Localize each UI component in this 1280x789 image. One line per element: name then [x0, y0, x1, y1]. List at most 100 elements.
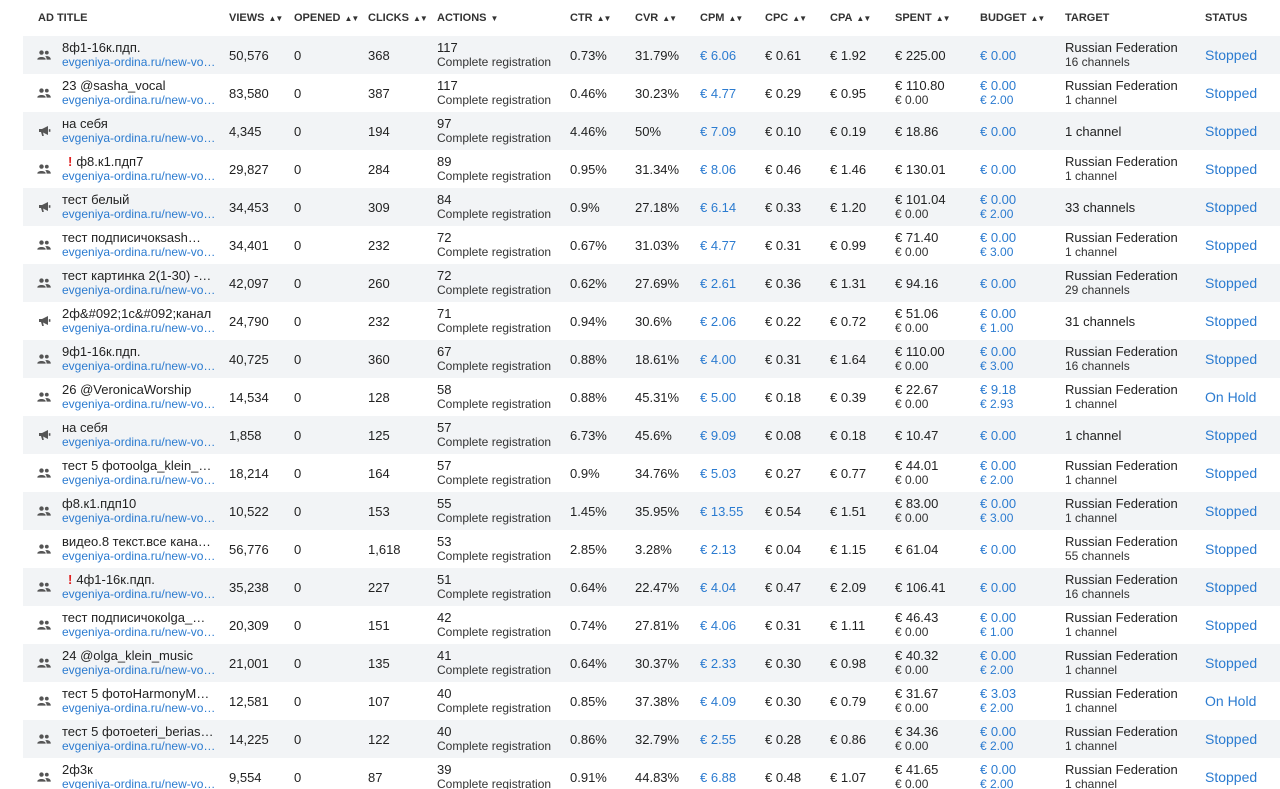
- table-row[interactable]: 23 @sasha_vocal evgeniya-ordina.ru/new-v…: [23, 74, 1280, 112]
- cpm-link[interactable]: € 13.55: [694, 492, 759, 530]
- ad-link[interactable]: evgeniya-ordina.ru/new-vo…: [62, 625, 217, 640]
- ad-title[interactable]: тест подписичокolga_…: [62, 610, 217, 625]
- header-actions[interactable]: ACTIONS ▼: [431, 0, 564, 36]
- status-link[interactable]: On Hold: [1199, 682, 1280, 720]
- cpm-link[interactable]: € 4.77: [694, 226, 759, 264]
- header-ctr[interactable]: CTR ▲▼: [564, 0, 629, 36]
- cpm-link[interactable]: € 4.77: [694, 74, 759, 112]
- daily-budget-link[interactable]: € 2.00: [980, 777, 1053, 789]
- daily-budget-link[interactable]: € 2.00: [980, 739, 1053, 754]
- ad-title[interactable]: ф8.к1.пдп10: [62, 496, 217, 511]
- status-link[interactable]: Stopped: [1199, 74, 1280, 112]
- table-row[interactable]: тест подписичокolga_… evgeniya-ordina.ru…: [23, 606, 1280, 644]
- ad-link[interactable]: evgeniya-ordina.ru/new-vo…: [62, 93, 217, 108]
- ad-title[interactable]: 8ф1-16к.пдп.: [62, 40, 217, 55]
- budget-link[interactable]: € 0.00: [980, 192, 1053, 207]
- cpm-link[interactable]: € 5.00: [694, 378, 759, 416]
- table-row[interactable]: ! ф8.к1.пдп7 evgeniya-ordina.ru/new-vo… 2…: [23, 150, 1280, 188]
- ad-link[interactable]: evgeniya-ordina.ru/new-vo…: [62, 739, 217, 754]
- budget-link[interactable]: € 0.00: [980, 124, 1053, 139]
- cpm-link[interactable]: € 4.00: [694, 340, 759, 378]
- status-link[interactable]: Stopped: [1199, 416, 1280, 454]
- status-link[interactable]: Stopped: [1199, 454, 1280, 492]
- cpm-link[interactable]: € 4.09: [694, 682, 759, 720]
- ad-title[interactable]: тест белый: [62, 192, 217, 207]
- budget-link[interactable]: € 0.00: [980, 542, 1053, 557]
- table-row[interactable]: 2ф3к evgeniya-ordina.ru/new-vo… 9,554 0 …: [23, 758, 1280, 789]
- cpm-link[interactable]: € 2.13: [694, 530, 759, 568]
- budget-link[interactable]: € 0.00: [980, 610, 1053, 625]
- ad-title[interactable]: на себя: [62, 420, 217, 435]
- header-views[interactable]: VIEWS ▲▼: [223, 0, 288, 36]
- header-opened[interactable]: OPENED ▲▼: [288, 0, 362, 36]
- status-link[interactable]: On Hold: [1199, 378, 1280, 416]
- ad-link[interactable]: evgeniya-ordina.ru/new-vo…: [62, 55, 217, 70]
- status-link[interactable]: Stopped: [1199, 226, 1280, 264]
- ad-link[interactable]: evgeniya-ordina.ru/new-vo…: [62, 283, 217, 298]
- status-link[interactable]: Stopped: [1199, 530, 1280, 568]
- daily-budget-link[interactable]: € 3.00: [980, 359, 1053, 374]
- ad-link[interactable]: evgeniya-ordina.ru/new-vo…: [62, 131, 217, 146]
- cpm-link[interactable]: € 4.04: [694, 568, 759, 606]
- budget-link[interactable]: € 3.03: [980, 686, 1053, 701]
- table-row[interactable]: тест 5 фотоHarmonyM… evgeniya-ordina.ru/…: [23, 682, 1280, 720]
- ad-link[interactable]: evgeniya-ordina.ru/new-vo…: [62, 169, 217, 184]
- header-cpc[interactable]: CPC ▲▼: [759, 0, 824, 36]
- header-clicks[interactable]: CLICKS ▲▼: [362, 0, 431, 36]
- ad-title[interactable]: тест 5 фотоHarmonyM…: [62, 686, 217, 701]
- ad-link[interactable]: evgeniya-ordina.ru/new-vo…: [62, 777, 217, 789]
- ad-title[interactable]: тест 5 фотоeteri_berias…: [62, 724, 217, 739]
- budget-link[interactable]: € 0.00: [980, 276, 1053, 291]
- cpm-link[interactable]: € 7.09: [694, 112, 759, 150]
- cpm-link[interactable]: € 6.14: [694, 188, 759, 226]
- cpm-link[interactable]: € 8.06: [694, 150, 759, 188]
- ad-title[interactable]: видео.8 текст.все кана…: [62, 534, 217, 549]
- table-row[interactable]: тест белый evgeniya-ordina.ru/new-vo… 34…: [23, 188, 1280, 226]
- ad-title[interactable]: тест подписичокsash…: [62, 230, 217, 245]
- daily-budget-link[interactable]: € 2.00: [980, 93, 1053, 108]
- budget-link[interactable]: € 0.00: [980, 724, 1053, 739]
- table-row[interactable]: 2ф&#092;1с&#092;канал evgeniya-ordina.ru…: [23, 302, 1280, 340]
- budget-link[interactable]: € 0.00: [980, 648, 1053, 663]
- daily-budget-link[interactable]: € 2.00: [980, 207, 1053, 222]
- cpm-link[interactable]: € 2.33: [694, 644, 759, 682]
- header-ad-title[interactable]: AD TITLE: [23, 0, 223, 36]
- status-link[interactable]: Stopped: [1199, 492, 1280, 530]
- status-link[interactable]: Stopped: [1199, 606, 1280, 644]
- ad-title[interactable]: 24 @olga_klein_music: [62, 648, 217, 663]
- ad-title[interactable]: 9ф1-16к.пдп.: [62, 344, 217, 359]
- budget-link[interactable]: € 0.00: [980, 306, 1053, 321]
- budget-link[interactable]: € 0.00: [980, 496, 1053, 511]
- status-link[interactable]: Stopped: [1199, 150, 1280, 188]
- ad-link[interactable]: evgeniya-ordina.ru/new-vo…: [62, 397, 217, 412]
- table-row[interactable]: тест картинка 2(1-30) -… evgeniya-ordina…: [23, 264, 1280, 302]
- cpm-link[interactable]: € 6.06: [694, 36, 759, 74]
- ad-link[interactable]: evgeniya-ordina.ru/new-vo…: [62, 663, 217, 678]
- budget-link[interactable]: € 9.18: [980, 382, 1053, 397]
- status-link[interactable]: Stopped: [1199, 264, 1280, 302]
- budget-link[interactable]: € 0.00: [980, 162, 1053, 177]
- status-link[interactable]: Stopped: [1199, 112, 1280, 150]
- budget-link[interactable]: € 0.00: [980, 48, 1053, 63]
- budget-link[interactable]: € 0.00: [980, 344, 1053, 359]
- status-link[interactable]: Stopped: [1199, 36, 1280, 74]
- ad-title[interactable]: 23 @sasha_vocal: [62, 78, 217, 93]
- ad-link[interactable]: evgeniya-ordina.ru/new-vo…: [62, 511, 217, 526]
- daily-budget-link[interactable]: € 1.00: [980, 321, 1053, 336]
- ad-link[interactable]: evgeniya-ordina.ru/new-vo…: [62, 359, 217, 374]
- status-link[interactable]: Stopped: [1199, 568, 1280, 606]
- ad-link[interactable]: evgeniya-ordina.ru/new-vo…: [62, 587, 217, 602]
- table-row[interactable]: 9ф1-16к.пдп. evgeniya-ordina.ru/new-vo… …: [23, 340, 1280, 378]
- status-link[interactable]: Stopped: [1199, 340, 1280, 378]
- ad-title[interactable]: тест 5 фотоolga_klein_…: [62, 458, 217, 473]
- ad-link[interactable]: evgeniya-ordina.ru/new-vo…: [62, 701, 217, 716]
- header-cpm[interactable]: CPM ▲▼: [694, 0, 759, 36]
- ad-title[interactable]: 2ф3к: [62, 762, 217, 777]
- budget-link[interactable]: € 0.00: [980, 580, 1053, 595]
- daily-budget-link[interactable]: € 1.00: [980, 625, 1053, 640]
- ad-link[interactable]: evgeniya-ordina.ru/new-vo…: [62, 245, 217, 260]
- status-link[interactable]: Stopped: [1199, 644, 1280, 682]
- ad-title[interactable]: ! ф8.к1.пдп7: [62, 154, 217, 169]
- table-row[interactable]: тест 5 фотоolga_klein_… evgeniya-ordina.…: [23, 454, 1280, 492]
- table-row[interactable]: 24 @olga_klein_music evgeniya-ordina.ru/…: [23, 644, 1280, 682]
